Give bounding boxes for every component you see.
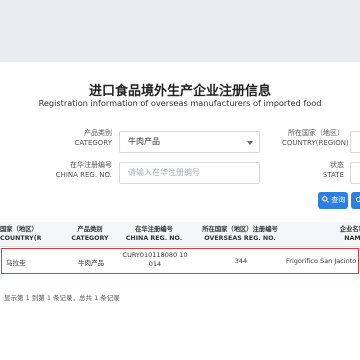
china-reg-label-cn: 在华注册编号 (70, 161, 112, 169)
search-icon (322, 196, 329, 203)
reset-button[interactable]: 重置 (351, 192, 360, 209)
china-reg-input[interactable]: 请输入在华注册编号 (119, 162, 260, 184)
state-label-cn: 状态 (330, 161, 344, 169)
cell-overseas-reg: 344 (234, 257, 248, 265)
country-label-cn: 所在国家（地区） (288, 129, 344, 137)
page-title: 进口食品境外生产企业注册信息 (88, 84, 271, 99)
column-header-overseas-reg[interactable]: 所在国家（地区）注册编号 OVERSEAS REG. NO. (190, 225, 290, 243)
china-reg-label: 在华注册编号 CHINA REG. NO. (40, 160, 112, 180)
column-header-overseas-reg-en: OVERSEAS REG. NO. (204, 235, 276, 242)
cell-china-reg-line2: 014 (148, 260, 162, 268)
china-reg-label-en: CHINA REG. NO. (55, 171, 112, 179)
column-header-china-reg-cn: 在华注册编号 (135, 226, 173, 233)
cell-country: 乌拉圭 (6, 259, 26, 267)
column-header-name-cn: 企业名称 (339, 226, 360, 233)
state-select[interactable] (350, 162, 360, 184)
table-row[interactable]: 乌拉圭 牛肉产品 CURY010118080 10 014 344 Frigor… (1, 248, 359, 274)
category-label-en: CATEGORY (74, 139, 112, 147)
category-select-value: 牛肉产品 (128, 137, 160, 146)
column-header-name[interactable]: 企业名称 NAME (305, 225, 360, 243)
column-header-china-reg-en: CHINA REG. NO. (125, 235, 183, 242)
table-header: 国家（地区） COUNTRY(RE 产品类别 CATEGORY 在华注册编号 C… (0, 222, 360, 247)
cell-category: 牛肉产品 (78, 259, 104, 267)
column-header-china-reg[interactable]: 在华注册编号 CHINA REG. NO. (118, 225, 190, 243)
cell-china-reg-line1: CURY010118080 10 (122, 251, 188, 259)
column-header-category-cn: 产品类别 (77, 226, 103, 233)
pagination-summary: 显示第 1 到第 1 条记录，总共 1 条记录 (4, 294, 120, 302)
column-header-overseas-reg-cn: 所在国家（地区）注册编号 (202, 226, 278, 233)
cell-china-reg: CURY010118080 10 014 (119, 251, 191, 269)
state-label-en: STATE (322, 171, 344, 179)
country-select[interactable] (350, 131, 360, 153)
cell-name: Frigorifico San Jacinto (286, 257, 357, 265)
column-header-name-en: NAME (344, 235, 360, 242)
refresh-icon (355, 196, 360, 203)
search-button[interactable]: 查询 (318, 192, 348, 209)
category-select[interactable]: 牛肉产品 (119, 131, 260, 153)
column-header-country-cn: 国家（地区） (0, 226, 38, 233)
state-label: 状态 STATE (310, 160, 344, 180)
category-label: 产品类别 CATEGORY (50, 128, 112, 148)
page-subtitle: Registration information of overseas man… (38, 98, 322, 108)
category-label-cn: 产品类别 (84, 129, 112, 137)
column-header-category-en: CATEGORY (71, 235, 109, 242)
country-label-en: COUNTRY(REGION) (282, 139, 349, 147)
country-label: 所在国家（地区） COUNTRY(REGION) (282, 128, 349, 148)
column-header-country-en: COUNTRY(RE (0, 235, 42, 242)
column-header-category[interactable]: 产品类别 CATEGORY (62, 225, 118, 243)
chevron-down-icon (247, 141, 253, 145)
column-header-country[interactable]: 国家（地区） COUNTRY(RE (0, 225, 42, 243)
search-button-label: 查询 (331, 196, 346, 204)
